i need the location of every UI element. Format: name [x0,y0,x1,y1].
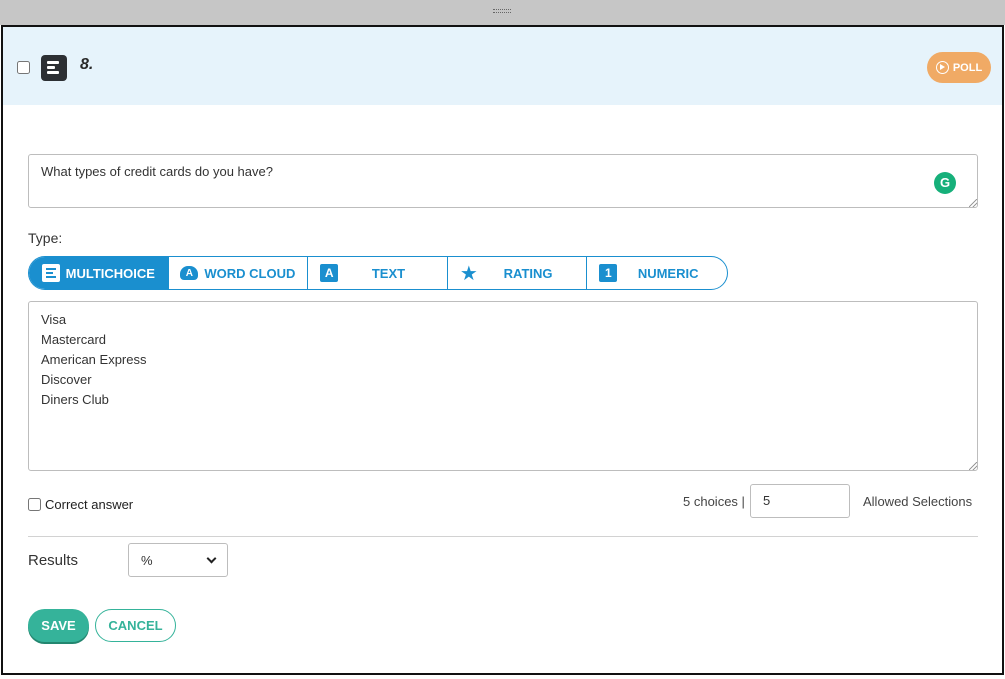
choice-item: Discover [41,372,92,387]
results-selected-value: % [141,552,153,568]
allowed-selections-input[interactable]: 5 [750,484,850,518]
tab-label: TEXT [371,265,406,281]
tab-word-cloud[interactable]: A WORD CLOUD [169,257,309,289]
drag-bar[interactable] [0,0,1005,25]
choices-textarea[interactable]: Visa Mastercard American Express Discove… [28,301,978,471]
grammarly-icon[interactable]: G [934,172,956,194]
tab-numeric[interactable]: 1 NUMERIC [587,257,727,289]
tab-multichoice[interactable]: MULTICHOICE [29,257,169,289]
question-editor: 8. POLL What types of credit cards do yo… [1,25,1004,675]
choices-count: 5 choices | [683,494,745,509]
type-label: Type: [28,230,63,246]
resize-handle-icon[interactable] [969,199,977,207]
question-number: 8. [80,56,94,73]
poll-badge-label: POLL [952,61,983,74]
divider [28,536,978,537]
question-select-checkbox[interactable] [17,61,30,74]
question-text-input[interactable]: What types of credit cards do you have? [28,154,978,208]
drag-handle-icon[interactable] [493,9,511,13]
save-button[interactable]: SAVE [28,609,89,642]
cancel-button[interactable]: CANCEL [95,609,176,642]
star-icon: ★ [459,262,478,285]
results-select[interactable]: % [128,543,228,577]
tab-label: MULTICHOICE [65,265,155,281]
resize-handle-icon[interactable] [969,462,977,470]
question-header: 8. POLL [3,27,1002,105]
choice-item: Visa [41,312,67,327]
play-circle-icon [935,61,949,74]
correct-answer-checkbox[interactable] [28,498,41,511]
text-icon: A [320,264,339,282]
correct-answer-option: Correct answer [28,497,133,512]
cloud-icon: A [180,266,199,280]
list-icon [41,264,60,282]
multichoice-type-icon [41,55,67,81]
numeric-icon: 1 [599,264,618,282]
choice-item: American Express [41,352,147,367]
correct-answer-label: Correct answer [45,497,134,512]
choice-item: Diners Club [41,392,109,407]
choice-item: Mastercard [41,332,107,347]
tab-text[interactable]: A TEXT [308,257,448,289]
results-label: Results [28,552,79,569]
tab-label: RATING [503,265,553,281]
poll-badge[interactable]: POLL [927,52,991,83]
allowed-selections-label: Allowed Selections [863,494,973,509]
tab-label: NUMERIC [637,265,699,281]
chevron-down-icon [206,553,217,563]
tab-label: WORD CLOUD [204,265,296,281]
tab-rating[interactable]: ★ RATING [448,257,588,289]
question-type-tabs: MULTICHOICE A WORD CLOUD A TEXT ★ RATING… [28,256,728,290]
